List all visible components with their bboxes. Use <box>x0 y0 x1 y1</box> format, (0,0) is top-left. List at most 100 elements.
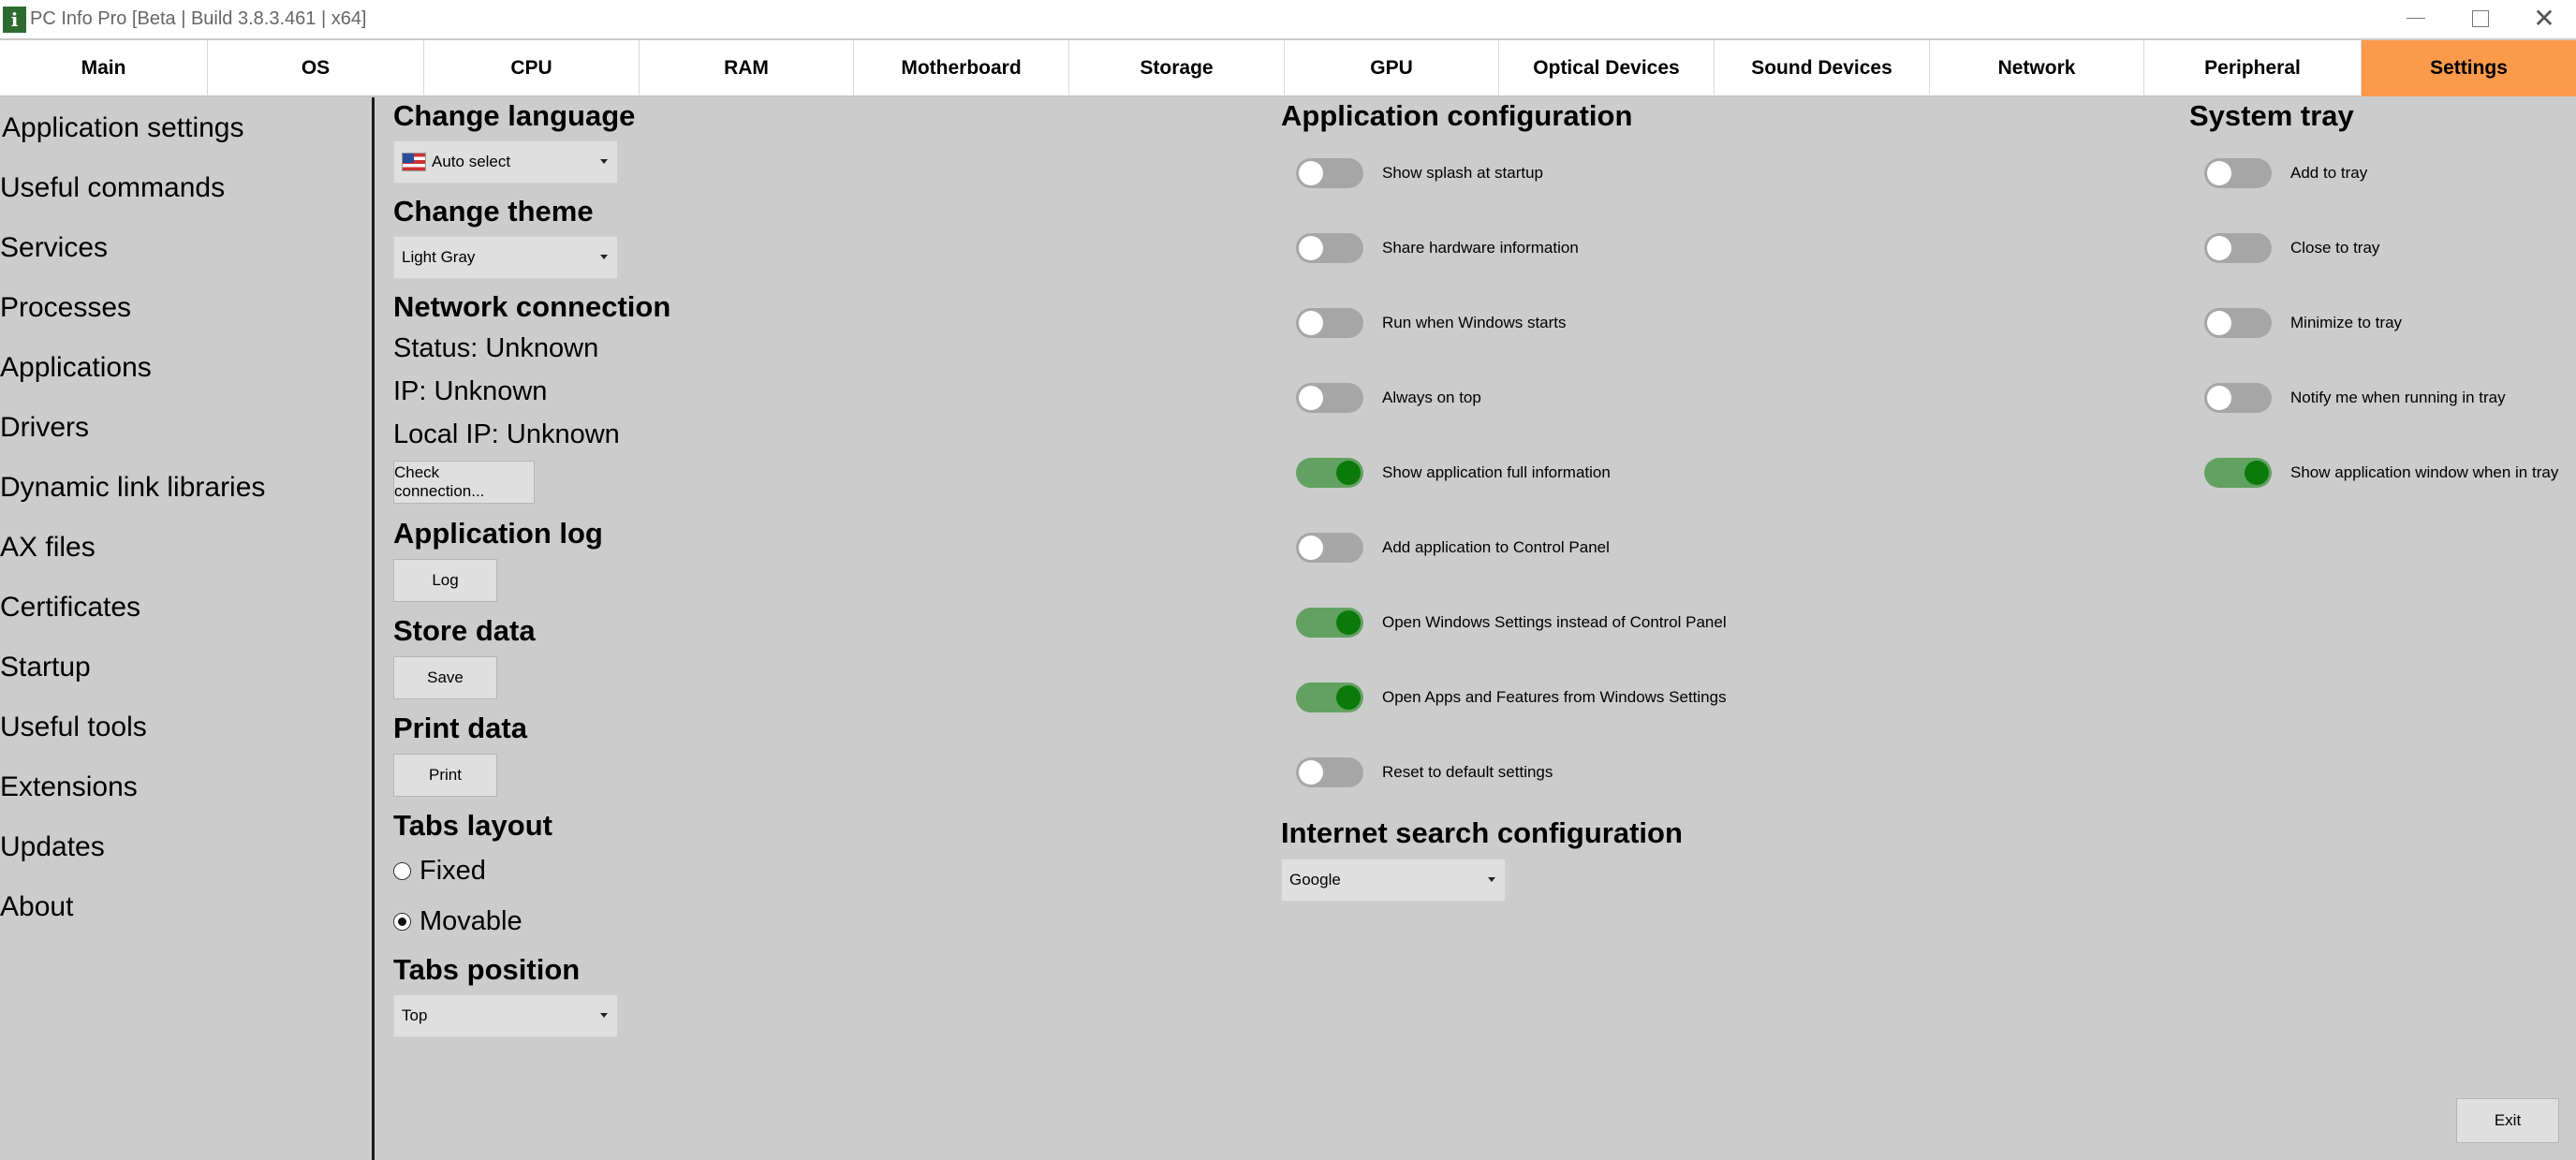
close-button[interactable]: ✕ <box>2511 0 2576 39</box>
tab-cpu[interactable]: CPU <box>424 40 640 96</box>
radio-fixed-label: Fixed <box>420 856 486 886</box>
toggle-knob <box>2207 311 2231 335</box>
toggle-switch[interactable] <box>2204 308 2272 338</box>
tab-optical-devices[interactable]: Optical Devices <box>1499 40 1715 96</box>
tab-storage[interactable]: Storage <box>1069 40 1285 96</box>
save-button[interactable]: Save <box>393 656 497 699</box>
close-icon: ✕ <box>2533 4 2555 33</box>
toggle-knob <box>1299 161 1323 185</box>
toggle-switch[interactable] <box>1296 683 1363 712</box>
toggle-label: Open Windows Settings instead of Control… <box>1382 613 1727 631</box>
maximize-icon <box>2472 9 2489 27</box>
search-engine-dropdown[interactable]: Google <box>1281 859 1506 902</box>
toggle-show-splash[interactable]: Show splash at startup <box>1296 158 1543 188</box>
sidebar-item-processes[interactable]: Processes <box>0 292 131 324</box>
toggle-knob <box>1299 536 1323 560</box>
radio-movable-label: Movable <box>420 906 523 936</box>
sidebar-item-useful-tools[interactable]: Useful tools <box>0 712 147 743</box>
toggle-minimize-to-tray[interactable]: Minimize to tray <box>2204 308 2402 338</box>
change-language-heading: Change language <box>393 99 636 132</box>
toggle-switch[interactable] <box>1296 158 1363 188</box>
network-local-ip: Local IP: Unknown <box>393 419 620 449</box>
toggle-full-information[interactable]: Show application full information <box>1296 458 1611 488</box>
toggle-label: Minimize to tray <box>2290 314 2403 331</box>
toggle-knob <box>1299 236 1323 260</box>
tab-sound-devices[interactable]: Sound Devices <box>1715 40 1930 96</box>
language-selected: Auto select <box>432 153 511 170</box>
tab-peripheral[interactable]: Peripheral <box>2144 40 2362 96</box>
toggle-switch[interactable] <box>2204 158 2272 188</box>
sidebar-item-certificates[interactable]: Certificates <box>0 592 140 624</box>
sidebar-item-services[interactable]: Services <box>0 232 108 264</box>
toggle-add-to-tray[interactable]: Add to tray <box>2204 158 2367 188</box>
sidebar-item-extensions[interactable]: Extensions <box>0 771 138 803</box>
sidebar-item-updates[interactable]: Updates <box>0 831 105 863</box>
radio-movable[interactable]: Movable <box>393 906 523 937</box>
network-ip: IP: Unknown <box>393 376 548 406</box>
search-engine-selected: Google <box>1289 871 1341 888</box>
exit-button[interactable]: Exit <box>2456 1098 2559 1143</box>
toggle-windows-settings[interactable]: Open Windows Settings instead of Control… <box>1296 608 1727 638</box>
toggle-switch[interactable] <box>2204 458 2272 488</box>
tab-ram[interactable]: RAM <box>640 40 854 96</box>
network-status: Status: Unknown <box>393 333 599 363</box>
tab-settings[interactable]: Settings <box>2362 40 2576 96</box>
toggle-notify-in-tray[interactable]: Notify me when running in tray <box>2204 383 2506 413</box>
theme-dropdown[interactable]: Light Gray <box>393 236 618 279</box>
flag-icon <box>402 153 426 171</box>
sidebar-item-application-settings[interactable]: Application settings <box>2 112 244 144</box>
toggle-switch[interactable] <box>1296 308 1363 338</box>
toggle-control-panel[interactable]: Add application to Control Panel <box>1296 533 1610 563</box>
minimize-icon <box>2407 18 2425 20</box>
radio-button[interactable] <box>393 862 411 880</box>
tabs-position-dropdown[interactable]: Top <box>393 994 618 1037</box>
toggle-switch[interactable] <box>1296 458 1363 488</box>
print-button[interactable]: Print <box>393 754 497 797</box>
toggle-switch[interactable] <box>1296 383 1363 413</box>
toggle-knob <box>1336 461 1361 485</box>
language-dropdown[interactable]: Auto select <box>393 140 618 184</box>
toggle-knob <box>1299 386 1323 410</box>
sidebar-item-drivers[interactable]: Drivers <box>0 412 89 444</box>
sidebar-item-applications[interactable]: Applications <box>0 352 152 384</box>
toggle-apps-features[interactable]: Open Apps and Features from Windows Sett… <box>1296 683 1727 712</box>
sidebar-item-about[interactable]: About <box>0 891 73 923</box>
tab-gpu[interactable]: GPU <box>1285 40 1499 96</box>
toggle-switch[interactable] <box>1296 608 1363 638</box>
toggle-label: Share hardware information <box>1382 239 1579 257</box>
radio-button[interactable] <box>393 913 411 931</box>
toggle-label: Show splash at startup <box>1382 164 1543 182</box>
minimize-button[interactable] <box>2383 0 2449 39</box>
sidebar-item-dynamic-link-libraries[interactable]: Dynamic link libraries <box>0 472 265 504</box>
toggle-label: Run when Windows starts <box>1382 314 1567 331</box>
toggle-switch[interactable] <box>1296 233 1363 263</box>
title-bar: i PC Info Pro [Beta | Build 3.8.3.461 | … <box>0 0 2576 39</box>
toggle-reset-defaults[interactable]: Reset to default settings <box>1296 757 1553 787</box>
sidebar-item-startup[interactable]: Startup <box>0 652 91 683</box>
network-connection-heading: Network connection <box>393 290 671 323</box>
toggle-close-to-tray[interactable]: Close to tray <box>2204 233 2379 263</box>
tab-main[interactable]: Main <box>0 40 208 96</box>
tab-motherboard[interactable]: Motherboard <box>854 40 1069 96</box>
log-button[interactable]: Log <box>393 559 497 602</box>
tab-os[interactable]: OS <box>208 40 424 96</box>
toggle-switch[interactable] <box>2204 383 2272 413</box>
tab-network[interactable]: Network <box>1930 40 2144 96</box>
toggle-show-window-in-tray[interactable]: Show application window when in tray <box>2204 458 2558 488</box>
toggle-always-on-top[interactable]: Always on top <box>1296 383 1481 413</box>
toggle-switch[interactable] <box>2204 233 2272 263</box>
maximize-button[interactable] <box>2448 0 2513 39</box>
sidebar-item-ax-files[interactable]: AX files <box>0 532 96 564</box>
toggle-share-hardware[interactable]: Share hardware information <box>1296 233 1579 263</box>
application-configuration-heading: Application configuration <box>1281 99 1633 132</box>
settings-sidebar: Application settings Useful commands Ser… <box>0 97 375 1160</box>
toggle-knob <box>2207 386 2231 410</box>
radio-fixed[interactable]: Fixed <box>393 856 486 887</box>
dropdown-arrow-icon <box>600 159 608 164</box>
toggle-switch[interactable] <box>1296 757 1363 787</box>
toggle-run-at-startup[interactable]: Run when Windows starts <box>1296 308 1567 338</box>
tabs-layout-heading: Tabs layout <box>393 809 552 842</box>
sidebar-item-useful-commands[interactable]: Useful commands <box>0 172 225 204</box>
check-connection-button[interactable]: Check connection... <box>393 461 535 504</box>
toggle-switch[interactable] <box>1296 533 1363 563</box>
